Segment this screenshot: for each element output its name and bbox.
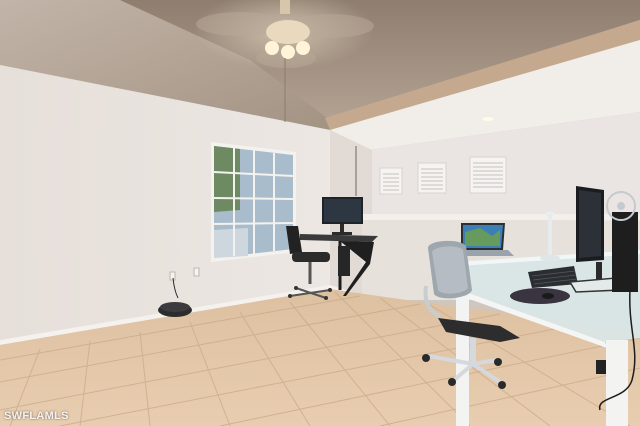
- power-strip: [596, 360, 606, 374]
- mouse: [542, 293, 554, 299]
- mouse-pad: [510, 288, 570, 304]
- shutter-window-3: [469, 156, 507, 194]
- window: [211, 142, 296, 262]
- shutter-window-1: [379, 167, 403, 195]
- watermark-text: SWFLAMLS: [4, 410, 69, 422]
- room-illustration: [0, 0, 640, 426]
- room-photo: SWFLAMLS: [0, 0, 640, 426]
- shutter-window-2: [417, 162, 447, 194]
- recessed-light-icon: [482, 117, 494, 121]
- wall-outlet: [193, 267, 200, 277]
- wall-outlet-2: [169, 271, 176, 281]
